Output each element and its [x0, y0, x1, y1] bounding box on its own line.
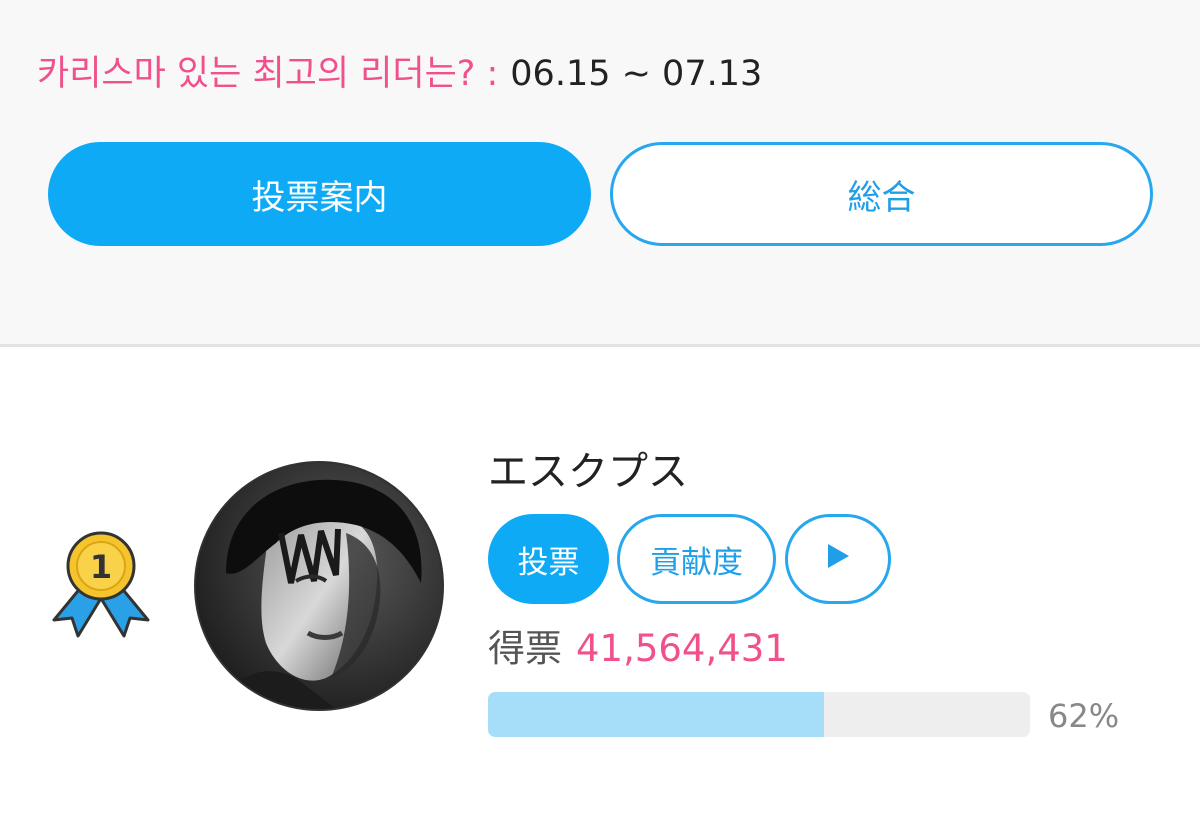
vote-share-percent: 62% [1048, 697, 1120, 735]
play-icon [826, 541, 850, 577]
votes-value: 41,564,431 [576, 627, 788, 670]
artist-name: エスクプス [488, 449, 688, 495]
rank-number: 1 [90, 548, 112, 586]
artist-avatar [194, 461, 444, 711]
votes-label: 得票 [488, 627, 562, 670]
vote-guide-button[interactable]: 投票案内 [48, 142, 591, 246]
rank-medal-icon: 1 [48, 528, 154, 644]
play-button[interactable] [785, 514, 891, 604]
event-dates: 06.15 ~ 07.13 [510, 54, 763, 94]
vote-button[interactable]: 投票 [488, 514, 609, 604]
event-heading: 카리스마 있는 최고의 리더는? : 06.15 ~ 07.13 [37, 52, 762, 96]
event-title: 카리스마 있는 최고의 리더는? : [37, 54, 499, 94]
votes-count: 得票 41,564,431 [488, 624, 788, 674]
contribution-button[interactable]: 貢献度 [617, 514, 776, 604]
vote-share-progress-bar [488, 692, 1030, 737]
overall-button[interactable]: 総合 [610, 142, 1153, 246]
vote-share-progress-fill [488, 692, 825, 737]
event-header-panel: 카리스마 있는 최고의 리더는? : 06.15 ~ 07.13 投票案内 総合 [0, 0, 1200, 347]
